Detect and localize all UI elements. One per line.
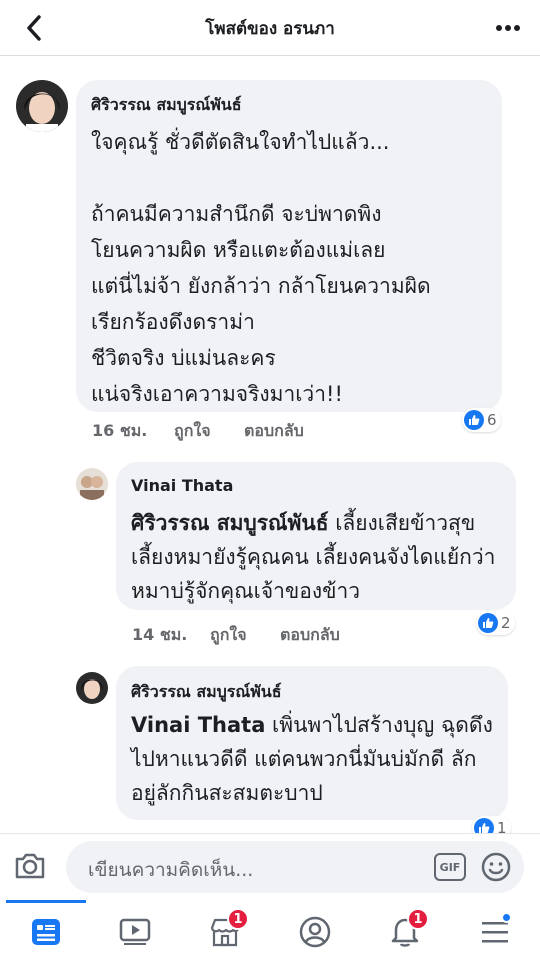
reaction-count[interactable]: 2 [476, 611, 515, 635]
marketplace-icon[interactable]: 1 [205, 908, 249, 952]
comment-text: ศิริวรรณ สมบูรณ์พันธ์ เลี้ยงเสียข้าวสุข … [131, 506, 511, 608]
comment-time: 14 ชม. [132, 625, 188, 644]
comment-time: 16 ชม. [92, 421, 148, 440]
comment-text: Vinai Thata เพิ่นพาไปสร้างบุญ ฉุดดึงไปหา… [131, 708, 497, 810]
reaction-number: 6 [487, 411, 497, 429]
comment-bubble: Vinai Thata ศิริวรรณ สมบูรณ์พันธ์ เลี้ยง… [116, 462, 516, 610]
notifications-badge: 1 [407, 908, 429, 930]
page-title: โพสต์ของ อรนภา [205, 19, 335, 39]
marketplace-badge: 1 [227, 908, 249, 930]
like-icon [478, 613, 498, 633]
mention-link[interactable]: ศิริวรรณ สมบูรณ์พันธ์ [131, 511, 329, 535]
comment-input[interactable]: เขียนความคิดเห็น... GIF [66, 841, 524, 893]
comment-meta: 16 ชม. ถูกใจ ตอบกลับ [92, 419, 304, 444]
profile-icon[interactable] [295, 912, 335, 952]
more-dots-icon[interactable] [492, 14, 524, 42]
avatar[interactable] [76, 672, 108, 704]
watch-icon[interactable] [115, 912, 155, 952]
camera-icon[interactable] [12, 848, 48, 884]
reply-link[interactable]: ตอบกลับ [244, 419, 304, 444]
comment-author[interactable]: ศิริวรรณ สมบูรณ์พันธ์ [91, 93, 242, 118]
comment-bubble: ศิริวรรณ สมบูรณ์พันธ์ ใจคุณรู้ ชั่วดีตัด… [76, 80, 502, 412]
comment-composer: เขียนความคิดเห็น... GIF [0, 833, 540, 900]
gif-icon[interactable]: GIF [434, 853, 466, 881]
emoji-icon[interactable] [480, 851, 512, 883]
like-link[interactable]: ถูกใจ [174, 419, 244, 444]
menu-icon[interactable] [475, 912, 515, 952]
like-link[interactable]: ถูกใจ [210, 623, 280, 648]
comment-text: ใจคุณรู้ ชั่วดีตัดสินใจทำไปแล้ว... ถ้าคน… [91, 130, 431, 406]
comment-meta: 14 ชม. ถูกใจ ตอบกลับ [132, 623, 340, 648]
like-icon [464, 410, 484, 430]
mention-link[interactable]: Vinai Thata [131, 713, 265, 737]
avatar[interactable] [16, 80, 68, 132]
comment-bubble: ศิริวรรณ สมบูรณ์พันธ์ Vinai Thata เพิ่นพ… [116, 666, 508, 820]
feed-icon[interactable] [26, 912, 66, 952]
reaction-number: 2 [501, 614, 511, 632]
comment-author[interactable]: Vinai Thata [131, 476, 233, 495]
reply-link[interactable]: ตอบกลับ [280, 623, 340, 648]
comment-placeholder: เขียนความคิดเห็น... [88, 859, 254, 881]
active-tab-indicator [6, 900, 86, 903]
avatar[interactable] [76, 468, 108, 500]
notifications-icon[interactable]: 1 [385, 908, 429, 952]
reaction-count[interactable]: 6 [462, 408, 501, 432]
comment-author[interactable]: ศิริวรรณ สมบูรณ์พันธ์ [131, 680, 282, 705]
menu-new-dot [501, 912, 512, 923]
top-bar: โพสต์ของ อรนภา [0, 0, 540, 56]
bottom-nav: 1 1 [0, 900, 540, 960]
